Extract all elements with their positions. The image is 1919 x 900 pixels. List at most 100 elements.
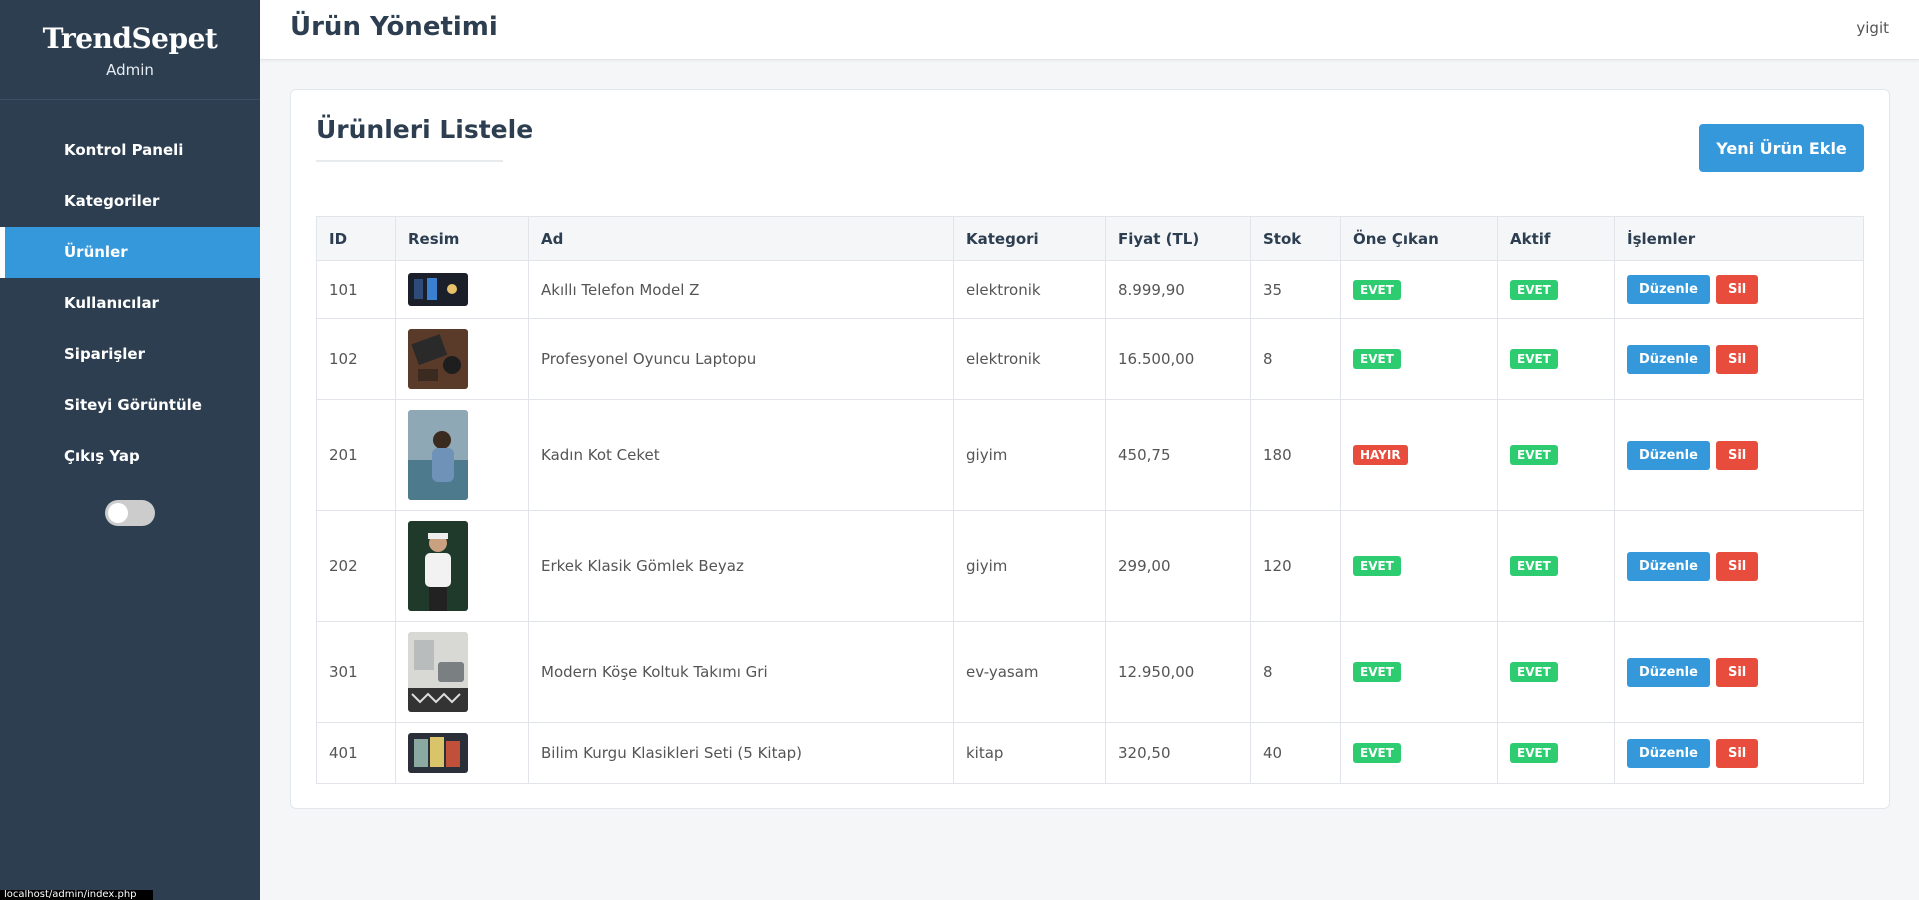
column-header-id: ID [316, 216, 396, 261]
edit-button[interactable]: Düzenle [1627, 344, 1710, 374]
sidebar: TrendSepet Admin Kontrol Paneli Kategori… [0, 0, 260, 900]
table-row: 202 Erkek Klasik Gömlek Beyaz giyim 299,… [316, 510, 1864, 622]
cell-category: giyim [953, 399, 1106, 511]
column-header-category: Kategori [953, 216, 1106, 261]
theme-toggle[interactable] [105, 500, 155, 526]
cell-stock: 8 [1250, 621, 1341, 723]
cell-name: Modern Köşe Koltuk Takımı Gri [528, 621, 954, 723]
cell-id: 401 [316, 722, 396, 784]
toggle-knob [108, 503, 128, 523]
featured-badge: HAYIR [1353, 445, 1408, 465]
cell-active: EVET [1497, 510, 1615, 622]
sidebar-item-orders[interactable]: Siparişler [0, 329, 260, 380]
sidebar-item-logout[interactable]: Çıkış Yap [0, 431, 260, 482]
cell-stock: 40 [1250, 722, 1341, 784]
column-header-stock: Stok [1250, 216, 1341, 261]
column-header-active: Aktif [1497, 216, 1615, 261]
product-thumbnail [408, 410, 468, 500]
cell-stock: 35 [1250, 260, 1341, 319]
active-badge: EVET [1510, 556, 1558, 576]
cell-category: elektronik [953, 260, 1106, 319]
cell-stock: 180 [1250, 399, 1341, 511]
brand-logo-text[interactable]: TrendSepet [0, 22, 260, 55]
edit-button[interactable]: Düzenle [1627, 440, 1710, 470]
page-title: Ürün Yönetimi [290, 12, 498, 42]
cell-price: 320,50 [1105, 722, 1251, 784]
active-badge: EVET [1510, 662, 1558, 682]
cell-active: EVET [1497, 318, 1615, 400]
edit-button[interactable]: Düzenle [1627, 551, 1710, 581]
cell-active: EVET [1497, 260, 1615, 319]
delete-button[interactable]: Sil [1715, 344, 1759, 374]
delete-button[interactable]: Sil [1715, 738, 1759, 768]
cell-name: Bilim Kurgu Klasikleri Seti (5 Kitap) [528, 722, 954, 784]
cell-featured: EVET [1340, 318, 1498, 400]
delete-button[interactable]: Sil [1715, 657, 1759, 687]
product-thumbnail [408, 273, 468, 306]
products-table: ID Resim Ad Kategori Fiyat (TL) Stok Öne… [316, 216, 1864, 784]
cell-featured: EVET [1340, 510, 1498, 622]
delete-button[interactable]: Sil [1715, 275, 1759, 304]
sidebar-item-dashboard[interactable]: Kontrol Paneli [0, 125, 260, 176]
active-badge: EVET [1510, 445, 1558, 465]
featured-badge: EVET [1353, 349, 1401, 369]
featured-badge: EVET [1353, 662, 1401, 682]
table-row: 101 Akıllı Telefon Model Z elektronik 8.… [316, 260, 1864, 319]
sidebar-item-products[interactable]: Ürünler [0, 227, 260, 278]
column-header-image: Resim [395, 216, 529, 261]
table-header-row: ID Resim Ad Kategori Fiyat (TL) Stok Öne… [316, 216, 1864, 261]
product-thumbnail [408, 632, 468, 712]
cell-id: 102 [316, 318, 396, 400]
table-row: 201 Kadın Kot Ceket giyim 450,75 180 HAY… [316, 399, 1864, 511]
column-header-actions: İşlemler [1614, 216, 1864, 261]
cell-price: 16.500,00 [1105, 318, 1251, 400]
cell-id: 201 [316, 399, 396, 511]
cell-image [395, 510, 529, 622]
cell-name: Profesyonel Oyuncu Laptopu [528, 318, 954, 400]
cell-image [395, 621, 529, 723]
sidebar-nav: Kontrol Paneli Kategoriler Ürünler Kulla… [0, 125, 260, 482]
active-badge: EVET [1510, 279, 1558, 300]
cell-name: Akıllı Telefon Model Z [528, 260, 954, 319]
edit-button[interactable]: Düzenle [1627, 275, 1710, 304]
brand-block: TrendSepet Admin [0, 0, 260, 100]
table-row: 301 Modern Köşe Koltuk Takımı Gri ev-yas… [316, 621, 1864, 723]
add-product-button[interactable]: Yeni Ürün Ekle [1699, 124, 1864, 172]
cell-category: giyim [953, 510, 1106, 622]
cell-name: Erkek Klasik Gömlek Beyaz [528, 510, 954, 622]
cell-actions: Düzenle Sil [1614, 510, 1864, 622]
cell-name: Kadın Kot Ceket [528, 399, 954, 511]
title-underline [316, 160, 503, 162]
cell-image [395, 260, 529, 319]
cell-stock: 120 [1250, 510, 1341, 622]
cell-category: kitap [953, 722, 1106, 784]
cell-category: ev-yasam [953, 621, 1106, 723]
product-thumbnail [408, 733, 468, 773]
user-name[interactable]: yigit [1856, 19, 1889, 37]
cell-category: elektronik [953, 318, 1106, 400]
cell-price: 8.999,90 [1105, 260, 1251, 319]
brand-subtitle: Admin [106, 61, 154, 79]
product-thumbnail [408, 521, 468, 611]
cell-image [395, 722, 529, 784]
cell-price: 450,75 [1105, 399, 1251, 511]
sidebar-item-categories[interactable]: Kategoriler [0, 176, 260, 227]
cell-price: 12.950,00 [1105, 621, 1251, 723]
cell-active: EVET [1497, 621, 1615, 723]
cell-actions: Düzenle Sil [1614, 621, 1864, 723]
delete-button[interactable]: Sil [1715, 440, 1759, 470]
delete-button[interactable]: Sil [1715, 551, 1759, 581]
cell-stock: 8 [1250, 318, 1341, 400]
cell-id: 101 [316, 260, 396, 319]
sidebar-item-users[interactable]: Kullanıcılar [0, 278, 260, 329]
cell-id: 301 [316, 621, 396, 723]
sidebar-item-view-site[interactable]: Siteyi Görüntüle [0, 380, 260, 431]
featured-badge: EVET [1353, 556, 1401, 576]
cell-image [395, 399, 529, 511]
cell-image [395, 318, 529, 400]
cell-active: EVET [1497, 722, 1615, 784]
cell-actions: Düzenle Sil [1614, 399, 1864, 511]
edit-button[interactable]: Düzenle [1627, 738, 1710, 768]
edit-button[interactable]: Düzenle [1627, 657, 1710, 687]
cell-featured: EVET [1340, 621, 1498, 723]
